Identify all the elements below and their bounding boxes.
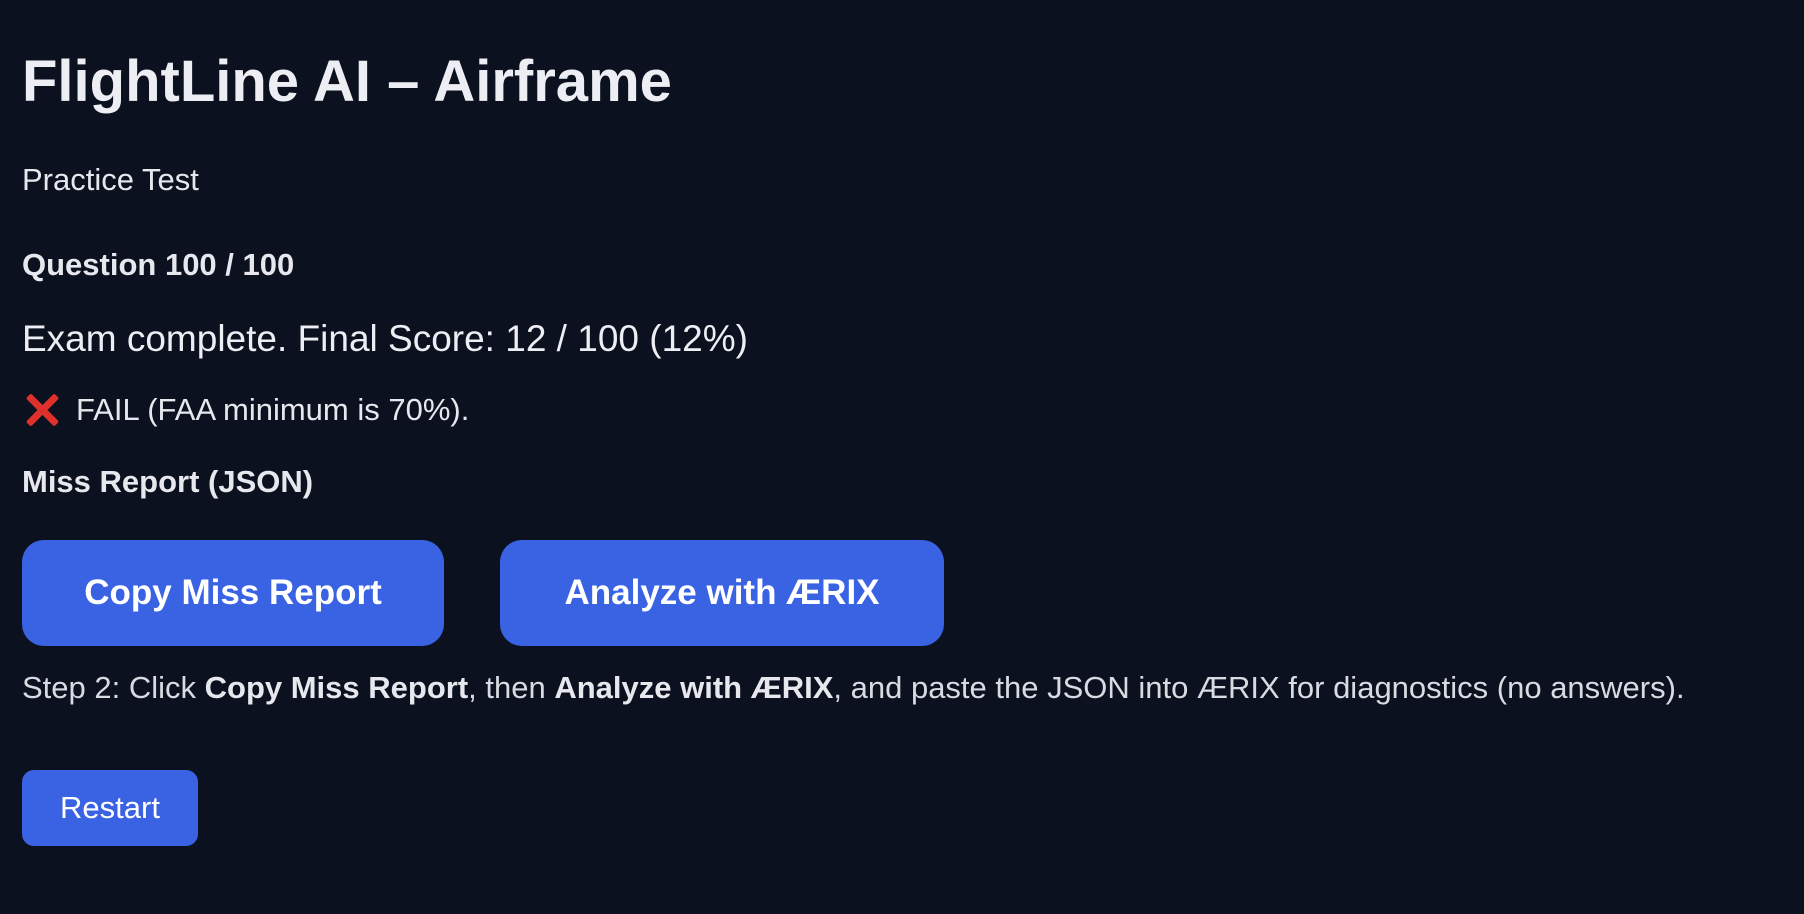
- step-prefix: Step 2: Click: [22, 670, 205, 705]
- step-copy-ref: Copy Miss Report: [204, 670, 469, 705]
- analyze-with-aerix-button[interactable]: Analyze with ÆRIX: [500, 540, 944, 646]
- result-text: FAIL (FAA minimum is 70%).: [76, 392, 470, 427]
- result-status: FAIL (FAA minimum is 70%).: [22, 390, 469, 430]
- cross-mark-icon: [22, 390, 62, 430]
- step-suffix: , and paste the JSON into ÆRIX for diagn…: [833, 670, 1685, 705]
- final-score-text: Exam complete. Final Score: 12 / 100 (12…: [22, 318, 748, 359]
- copy-miss-report-button[interactable]: Copy Miss Report: [22, 540, 444, 646]
- step-analyze-ref: Analyze with ÆRIX: [554, 670, 834, 705]
- app-title: FlightLine AI – Airframe: [22, 49, 672, 114]
- question-counter: Question 100 / 100: [22, 247, 295, 282]
- miss-report-heading: Miss Report (JSON): [22, 464, 314, 499]
- page-subtitle: Practice Test: [22, 162, 199, 197]
- step-instructions: Step 2: Click Copy Miss Report, then Ana…: [22, 668, 1685, 708]
- restart-button[interactable]: Restart: [22, 770, 198, 846]
- step-middle: , then: [468, 670, 555, 705]
